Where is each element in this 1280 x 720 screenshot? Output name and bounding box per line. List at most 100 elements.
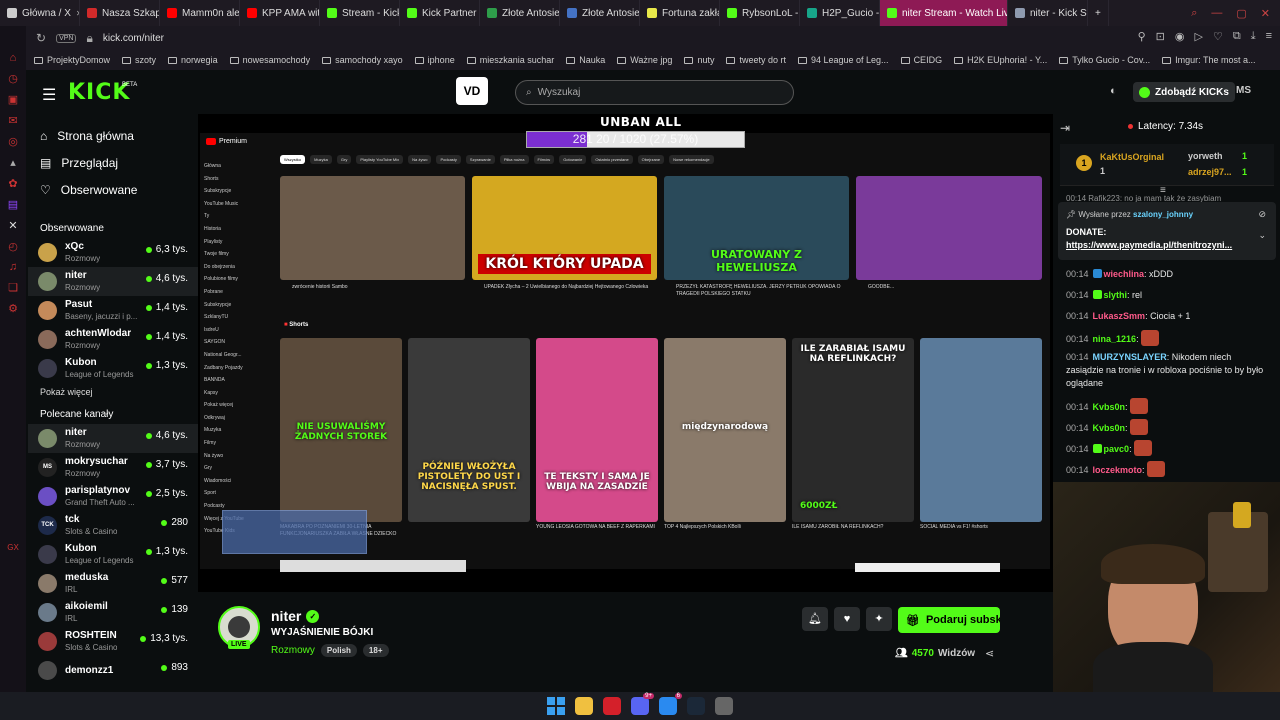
- bookmark-item[interactable]: Tylko Gucio - Cov...: [1059, 55, 1150, 65]
- pin-icon[interactable]: ⚲: [1138, 30, 1146, 43]
- bookmark-item[interactable]: nowesamochody: [229, 55, 310, 65]
- channel-item-aikoiemil[interactable]: aikoiemil IRL 139: [28, 598, 198, 627]
- search-tabs-icon[interactable]: ⌕: [1191, 7, 1197, 20]
- new-tab-button[interactable]: +: [1088, 0, 1109, 26]
- menu-icon[interactable]: ≡: [1266, 30, 1272, 43]
- browser-tab[interactable]: RybsonLoL -✕: [720, 0, 800, 26]
- bookmark-item[interactable]: Imgur: The most a...: [1162, 55, 1256, 65]
- tag-age[interactable]: 18+: [362, 644, 389, 657]
- browser-tab[interactable]: Złote Antosie✕: [480, 0, 560, 26]
- channel-item-xqc[interactable]: xQc Rozmowy 6,3 tys.: [28, 238, 198, 267]
- settings-icon[interactable]: ⚙: [8, 302, 18, 315]
- bookmark-item[interactable]: Ważne jpg: [617, 55, 672, 65]
- gx-icon[interactable]: GX: [7, 543, 19, 552]
- chat-username[interactable]: wiechlina: [1104, 269, 1145, 279]
- history-icon[interactable]: ◷: [8, 72, 18, 85]
- wallet-icon[interactable]: ▣: [8, 93, 18, 106]
- settings-icon[interactable]: [715, 697, 733, 715]
- streamer-name[interactable]: niter ✓: [271, 608, 320, 624]
- pinned-link[interactable]: https://www.paymedia.pl/thenitrozyni...: [1066, 240, 1232, 250]
- windows-icon[interactable]: [547, 697, 565, 715]
- home-icon[interactable]: ⌂: [10, 52, 17, 64]
- clip-button[interactable]: ✦: [866, 607, 892, 631]
- bookmark-icon[interactable]: ❏: [8, 281, 18, 294]
- expand-pinned-icon[interactable]: ⌄: [1258, 230, 1266, 241]
- notify-bell-button[interactable]: 🔔︎: [802, 607, 828, 631]
- channel-item-mokrysuchar[interactable]: MS mokrysuchar Rozmowy 3,7 tys.: [28, 453, 198, 482]
- browser-tab[interactable]: Złote Antosie✕: [560, 0, 640, 26]
- unpin-icon[interactable]: ⊘: [1258, 209, 1266, 220]
- chat-username[interactable]: pavc0: [1104, 444, 1130, 454]
- discord-icon[interactable]: 9+: [631, 693, 654, 715]
- channel-item-achtenwlodar[interactable]: achtenWlodar Rozmowy 1,4 tys.: [28, 325, 198, 354]
- channel-item-tck[interactable]: TCK tck Slots & Casino 280: [28, 511, 198, 540]
- channel-item-pasut[interactable]: Pasut Baseny, jacuzzi i p... 1,4 tys.: [28, 296, 198, 325]
- browser-tab[interactable]: H2P_Gucio -✕: [800, 0, 880, 26]
- extensions-icon[interactable]: ⧉: [1233, 30, 1241, 43]
- follow-heart-button[interactable]: ♥: [834, 607, 860, 631]
- vd-logo[interactable]: VD: [456, 77, 488, 105]
- vpn-badge[interactable]: VPN: [56, 33, 77, 43]
- messenger-icon[interactable]: 6: [659, 693, 682, 715]
- bookmark-item[interactable]: CEIDG: [900, 55, 942, 65]
- browser-tab[interactable]: Kick Partner P✕: [400, 0, 480, 26]
- minimize-button[interactable]: —: [1211, 7, 1222, 19]
- x-icon[interactable]: ✕: [8, 219, 17, 232]
- nav-browse[interactable]: ▤ Przeglądaj: [28, 149, 198, 176]
- chat-username[interactable]: MURZYNSLAYER: [1093, 352, 1167, 362]
- bookmark-item[interactable]: ProjektyDomow: [34, 55, 110, 65]
- menu-hamburger-icon[interactable]: ☰: [42, 85, 56, 105]
- channel-item-roshtein[interactable]: ROSHTEIN Slots & Casino 13,3 tys.: [28, 627, 198, 656]
- reload-icon[interactable]: ↻: [36, 31, 46, 45]
- steam-icon[interactable]: [687, 697, 705, 715]
- browser-tab[interactable]: niter Stream - Watch Live✕: [880, 0, 1008, 26]
- tag-language[interactable]: Polish: [320, 644, 357, 657]
- browser-tab[interactable]: Fortuna zakła✕: [640, 0, 720, 26]
- channel-item-parisplatynov[interactable]: parisplatynov Grand Theft Auto ... 2,5 tys…: [28, 482, 198, 511]
- kick-icon[interactable]: ▴: [10, 156, 16, 169]
- browser-tab[interactable]: Nasza Szkapa✕: [80, 0, 160, 26]
- chat-username[interactable]: loczekmoto: [1093, 465, 1143, 475]
- chat-username[interactable]: nina_1216: [1093, 334, 1137, 344]
- bookmark-item[interactable]: szoty: [122, 55, 156, 65]
- bookmark-item[interactable]: mieszkania suchar: [466, 55, 554, 65]
- bookmark-item[interactable]: tweety do rt: [726, 55, 786, 65]
- get-kicks-button[interactable]: Zdobądź KICKs: [1133, 82, 1235, 102]
- bookmark-item[interactable]: Nauka: [566, 55, 605, 65]
- notifications-icon[interactable]: ◐: [1110, 85, 1117, 97]
- browser-tab[interactable]: KPP AMA with✕: [240, 0, 320, 26]
- leader-1-name[interactable]: KaKtUsOrginal: [1100, 152, 1164, 162]
- maximize-button[interactable]: ▢: [1236, 7, 1246, 20]
- leader-3-name[interactable]: adrzej97...: [1188, 167, 1232, 177]
- channel-item-kubon[interactable]: Kubon League of Legends 1,3 tys.: [28, 540, 198, 569]
- scroll-handle-icon[interactable]: ≡: [1160, 185, 1166, 196]
- channel-item-demonzz1[interactable]: demonzz1 893: [28, 656, 198, 685]
- user-avatar[interactable]: MS: [1236, 85, 1251, 96]
- bookmark-item[interactable]: norwegia: [168, 55, 218, 65]
- download-icon[interactable]: ⤓: [1251, 30, 1256, 43]
- messenger-icon[interactable]: ✉: [8, 114, 17, 127]
- pinned-by-user[interactable]: szalony_johnny: [1133, 210, 1193, 219]
- clock-icon[interactable]: ◴: [8, 240, 18, 253]
- gift-subscription-button[interactable]: 🎁︎ Podaruj subskry: [898, 607, 1000, 633]
- channel-item-meduska[interactable]: meduska IRL 577: [28, 569, 198, 598]
- chat-username[interactable]: Kvbs0n: [1093, 402, 1126, 412]
- heart-icon[interactable]: ♡: [1213, 30, 1223, 43]
- channel-item-niter[interactable]: niter Rozmowy 4,6 tys.: [28, 424, 198, 453]
- camera-icon[interactable]: ◉: [1175, 30, 1185, 43]
- nav-home[interactable]: ⌂ Strona główna: [28, 122, 198, 149]
- twitch-icon[interactable]: ▤: [8, 198, 18, 211]
- chat-username[interactable]: slythi: [1104, 290, 1128, 300]
- play-icon[interactable]: ▷: [1195, 30, 1203, 43]
- instagram-icon[interactable]: ◎: [8, 135, 18, 148]
- screenshot-icon[interactable]: ⊡: [1156, 30, 1165, 43]
- bookmark-item[interactable]: 94 League of Leg...: [797, 55, 889, 65]
- browser-tab[interactable]: Stream - Kick✕: [320, 0, 400, 26]
- opera-icon[interactable]: [603, 697, 621, 715]
- vk-icon[interactable]: ✿: [8, 177, 17, 190]
- browser-tab[interactable]: Mamm0n ale✕: [160, 0, 240, 26]
- bookmark-item[interactable]: nuty: [684, 55, 714, 65]
- chat-username[interactable]: LukaszSmm: [1093, 311, 1146, 321]
- share-icon[interactable]: ⋖: [985, 647, 994, 660]
- explorer-icon[interactable]: [575, 697, 593, 715]
